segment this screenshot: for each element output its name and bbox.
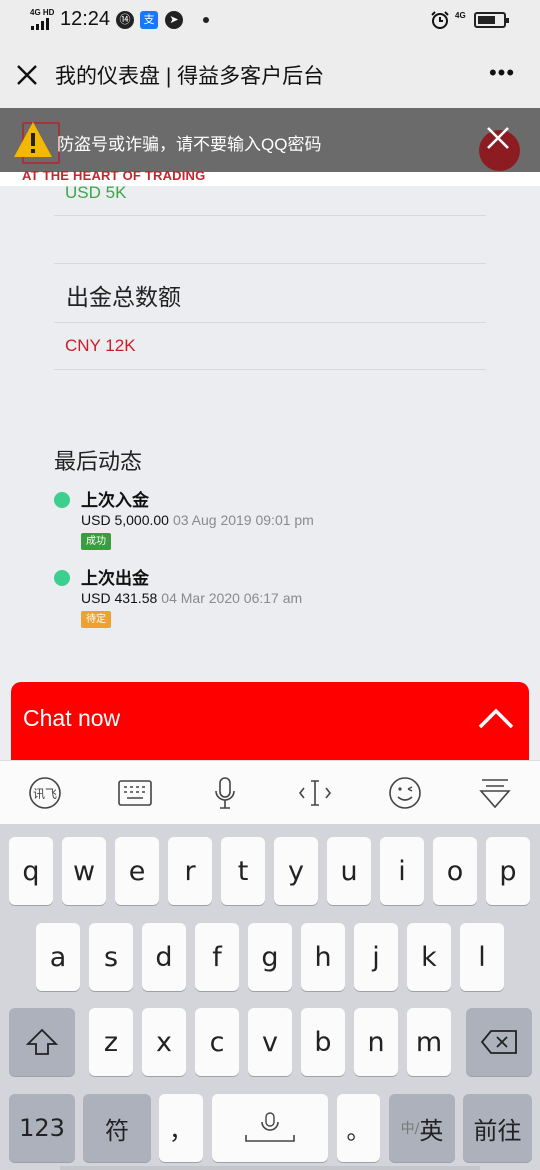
divider: [54, 369, 486, 370]
key-i[interactable]: i: [380, 837, 424, 905]
lang-chinese-label: 中/: [400, 1121, 420, 1137]
key-f[interactable]: f: [195, 923, 239, 991]
key-h[interactable]: h: [301, 923, 345, 991]
keyboard-toolbar: 讯飞: [0, 760, 540, 825]
key-t[interactable]: t: [221, 837, 265, 905]
key-p[interactable]: p: [486, 837, 530, 905]
signal-icon: [31, 18, 49, 30]
activity-title: 上次入金: [81, 491, 149, 510]
comma-key[interactable]: ，: [159, 1094, 203, 1162]
key-a[interactable]: a: [36, 923, 80, 991]
key-m[interactable]: m: [407, 1008, 451, 1076]
backspace-key[interactable]: [466, 1008, 532, 1076]
status-badge: 成功: [81, 533, 111, 550]
page-title: 我的仪表盘 | 得益多客户后台: [55, 65, 325, 88]
numbers-key[interactable]: 123: [9, 1094, 75, 1162]
lang-english-label: 英: [419, 1116, 444, 1145]
activity-item-deposit: 上次入金 USD 5,000.00 03 Aug 2019 09:01 pm 成功: [54, 484, 494, 554]
warning-icon: [14, 122, 52, 157]
status-dot-icon: [54, 492, 70, 508]
chat-now-bar[interactable]: Chat now: [11, 682, 529, 760]
key-u[interactable]: u: [327, 837, 371, 905]
title-bar: 我的仪表盘 | 得益多客户后台 •••: [0, 40, 540, 108]
chevron-up-icon[interactable]: [477, 706, 515, 730]
withdrawal-total-value: CNY 12K: [65, 336, 136, 355]
network-label: 4G HD: [30, 8, 55, 17]
navigation-icon: ➤: [165, 11, 183, 29]
alarm-icon: [431, 11, 449, 29]
key-n[interactable]: n: [354, 1008, 398, 1076]
withdrawal-total-title: 出金总数额: [66, 284, 181, 310]
home-indicator: [60, 1166, 480, 1170]
activity-title: 上次出金: [81, 569, 149, 588]
more-options-button[interactable]: •••: [482, 62, 522, 90]
key-l[interactable]: l: [460, 923, 504, 991]
battery-icon: [474, 12, 509, 28]
deposit-total-value: USD 5K: [65, 183, 127, 202]
activity-item-withdrawal: 上次出金 USD 431.58 04 Mar 2020 06:17 am 待定: [54, 562, 494, 632]
symbols-key[interactable]: 符: [83, 1094, 151, 1162]
key-j[interactable]: j: [354, 923, 398, 991]
key-o[interactable]: o: [433, 837, 477, 905]
key-z[interactable]: z: [89, 1008, 133, 1076]
key-y[interactable]: y: [274, 837, 318, 905]
divider: [54, 263, 486, 264]
key-d[interactable]: d: [142, 923, 186, 991]
status-bar: 4G HD 12:24 ⑭ 支 ➤ 4G: [0, 0, 540, 40]
cursor-move-icon[interactable]: [295, 775, 335, 811]
key-x[interactable]: x: [142, 1008, 186, 1076]
alipay-icon: 支: [140, 11, 158, 29]
activity-amount: USD 5,000.00 03 Aug 2019 09:01 pm: [81, 512, 314, 528]
key-w[interactable]: w: [62, 837, 106, 905]
network-type-label: 4G: [455, 11, 466, 20]
key-k[interactable]: k: [407, 923, 451, 991]
divider: [54, 322, 486, 323]
keyboard-icon[interactable]: [115, 775, 155, 811]
key-q[interactable]: q: [9, 837, 53, 905]
shift-key[interactable]: [9, 1008, 75, 1076]
warning-close-icon[interactable]: [484, 124, 512, 152]
divider: [54, 215, 486, 216]
brand-tagline: AT THE HEART OF TRADING: [22, 168, 206, 183]
activity-amount: USD 431.58 04 Mar 2020 06:17 am: [81, 590, 302, 606]
microphone-icon[interactable]: [205, 775, 245, 811]
status-badge: 待定: [81, 611, 111, 628]
svg-text:讯飞: 讯飞: [33, 787, 57, 801]
go-key[interactable]: 前往: [463, 1094, 532, 1162]
app-notification-icon: ⑭: [116, 11, 134, 29]
close-icon[interactable]: [12, 60, 42, 90]
key-c[interactable]: c: [195, 1008, 239, 1076]
space-key[interactable]: [212, 1094, 328, 1162]
emoji-icon[interactable]: [385, 775, 425, 811]
period-key[interactable]: 。: [337, 1094, 380, 1162]
amount-value: USD 431.58: [81, 590, 158, 606]
chat-now-label: Chat now: [23, 705, 121, 731]
keyboard: 123 符 ， 。 中/英 前往 qwertyuiop asdfghjkl zxcv…: [0, 824, 540, 1170]
activity-date: 03 Aug 2019 09:01 pm: [172, 512, 314, 528]
key-r[interactable]: r: [168, 837, 212, 905]
recent-activity-title: 最后动态: [54, 449, 143, 474]
key-b[interactable]: b: [301, 1008, 345, 1076]
key-s[interactable]: s: [89, 923, 133, 991]
security-warning-banner: 防盗号或诈骗，请不要输入QQ密码: [0, 108, 540, 172]
clock: 12:24: [60, 8, 111, 30]
language-switch-key[interactable]: 中/英: [389, 1094, 455, 1162]
key-g[interactable]: g: [248, 923, 292, 991]
hide-keyboard-icon[interactable]: [475, 775, 515, 811]
warning-text: 防盗号或诈骗，请不要输入QQ密码: [57, 135, 322, 154]
notification-dot-icon: [203, 17, 209, 23]
key-e[interactable]: e: [115, 837, 159, 905]
activity-date: 04 Mar 2020 06:17 am: [161, 590, 303, 606]
key-v[interactable]: v: [248, 1008, 292, 1076]
status-dot-icon: [54, 570, 70, 586]
voice-input-mode-icon[interactable]: 讯飞: [25, 775, 65, 811]
amount-value: USD 5,000.00: [81, 512, 169, 528]
